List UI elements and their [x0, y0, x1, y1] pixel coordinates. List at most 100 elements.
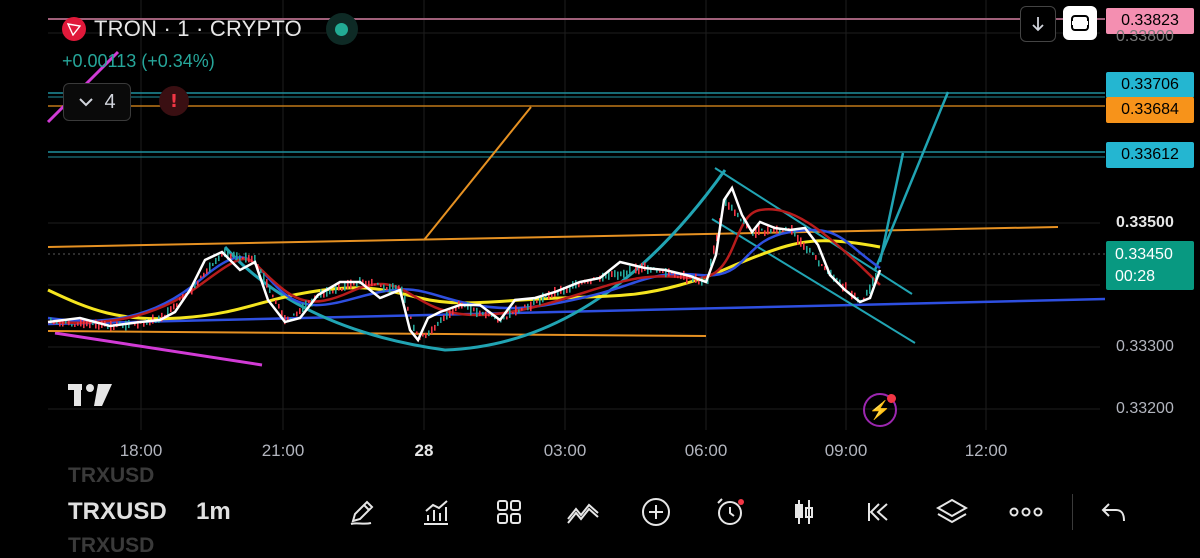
candle — [377, 282, 379, 285]
candle — [476, 307, 478, 318]
candle — [518, 309, 520, 314]
candle — [770, 229, 772, 234]
x-tick-4: 06:00 — [684, 441, 728, 460]
candle — [71, 324, 73, 327]
candle — [626, 270, 628, 276]
pencil-icon[interactable] — [344, 494, 380, 530]
candle — [92, 322, 94, 326]
candle — [821, 264, 823, 267]
candle — [251, 255, 253, 262]
indicators-toggle-button[interactable]: 4 — [63, 83, 131, 121]
candle — [296, 311, 298, 317]
symbol-selector[interactable]: TRXUSD — [68, 498, 167, 526]
chart-bars-icon[interactable] — [418, 494, 454, 530]
candle — [392, 283, 394, 290]
pink-trendline-bottom — [54, 331, 263, 367]
candle — [521, 307, 523, 311]
scroll-to-latest-button[interactable] — [1020, 6, 1056, 42]
price-tag-teal-top[interactable]: 0.33706 — [1106, 72, 1194, 98]
candle — [332, 290, 334, 294]
alarm-icon[interactable] — [712, 494, 748, 530]
candle — [623, 269, 625, 278]
candle — [170, 306, 172, 313]
candle — [647, 265, 649, 275]
candle — [269, 287, 271, 293]
price-tag-teal-mid[interactable]: 0.33612 — [1106, 142, 1194, 168]
candle — [266, 279, 268, 288]
candle — [410, 316, 412, 319]
candle — [425, 332, 427, 339]
candle — [368, 280, 370, 288]
candle — [278, 303, 280, 309]
candle — [200, 275, 202, 279]
market-open-indicator — [325, 13, 358, 45]
candle — [152, 314, 154, 324]
candle — [515, 305, 517, 316]
candle — [239, 255, 241, 261]
candle — [179, 297, 181, 301]
candle — [809, 247, 811, 253]
alert-warning-icon[interactable]: ! — [159, 86, 189, 116]
candle — [776, 225, 778, 234]
tradingview-logo-icon — [68, 382, 114, 413]
x-tick-2: 28 — [414, 441, 434, 460]
candle — [383, 284, 385, 292]
y-tick-4: 0.33200 — [1116, 400, 1174, 417]
candles-icon[interactable] — [786, 494, 822, 530]
candle — [236, 252, 238, 261]
candle — [431, 326, 433, 334]
chart-area[interactable]: TRON · 1 · CRYPTO +0.00113 (+0.34%) 4 ! … — [0, 0, 1200, 465]
candle — [764, 230, 766, 237]
candle — [488, 313, 490, 317]
candle — [272, 294, 274, 298]
candle — [197, 280, 199, 286]
candle — [542, 292, 544, 303]
candle — [713, 245, 715, 254]
candle — [872, 277, 874, 286]
candle — [818, 260, 820, 267]
candle — [866, 289, 868, 296]
candle — [344, 282, 346, 291]
x-tick-3: 03:00 — [543, 441, 587, 460]
undo-icon[interactable] — [1096, 494, 1132, 530]
fullscreen-button[interactable] — [1063, 6, 1097, 40]
candle — [797, 234, 799, 245]
candle — [629, 265, 631, 274]
candle — [524, 304, 526, 308]
symbol-title: TRON · 1 · CRYPTO — [94, 16, 302, 41]
candle — [371, 278, 373, 287]
grid-icon[interactable] — [491, 494, 527, 530]
x-tick-1: 21:00 — [261, 441, 305, 460]
orange-trend-rise — [47, 226, 1059, 248]
candle — [308, 300, 310, 304]
x-tick-0: 18:00 — [119, 441, 163, 460]
candle — [263, 272, 265, 283]
pattern-icon[interactable] — [565, 494, 601, 530]
more-icon[interactable] — [1008, 494, 1044, 530]
candle — [443, 315, 445, 322]
bar-countdown: 00:28 — [1115, 268, 1156, 285]
interval-selector[interactable]: 1m — [196, 498, 231, 526]
price-tag-orange[interactable]: 0.33684 — [1106, 97, 1194, 123]
symbol-header[interactable]: TRON · 1 · CRYPTO — [62, 13, 358, 45]
candle — [209, 262, 211, 272]
current-price: 0.33450 — [1115, 246, 1173, 263]
candle — [59, 321, 61, 327]
orange-diagonal — [423, 106, 532, 241]
candle — [482, 311, 484, 316]
candle — [632, 271, 634, 275]
candle — [77, 322, 79, 326]
candle — [293, 313, 295, 316]
candle — [512, 311, 514, 315]
plus-icon[interactable] — [638, 494, 674, 530]
layers-icon[interactable] — [934, 494, 970, 530]
price-change: +0.00113 (+0.34%) — [62, 51, 215, 71]
candle — [449, 310, 451, 318]
candle — [815, 255, 817, 260]
replay-icon[interactable] — [860, 494, 896, 530]
x-tick-5: 09:00 — [824, 441, 868, 460]
candle — [617, 271, 619, 280]
candle — [329, 289, 331, 295]
candle — [242, 256, 244, 260]
candle — [740, 218, 742, 222]
